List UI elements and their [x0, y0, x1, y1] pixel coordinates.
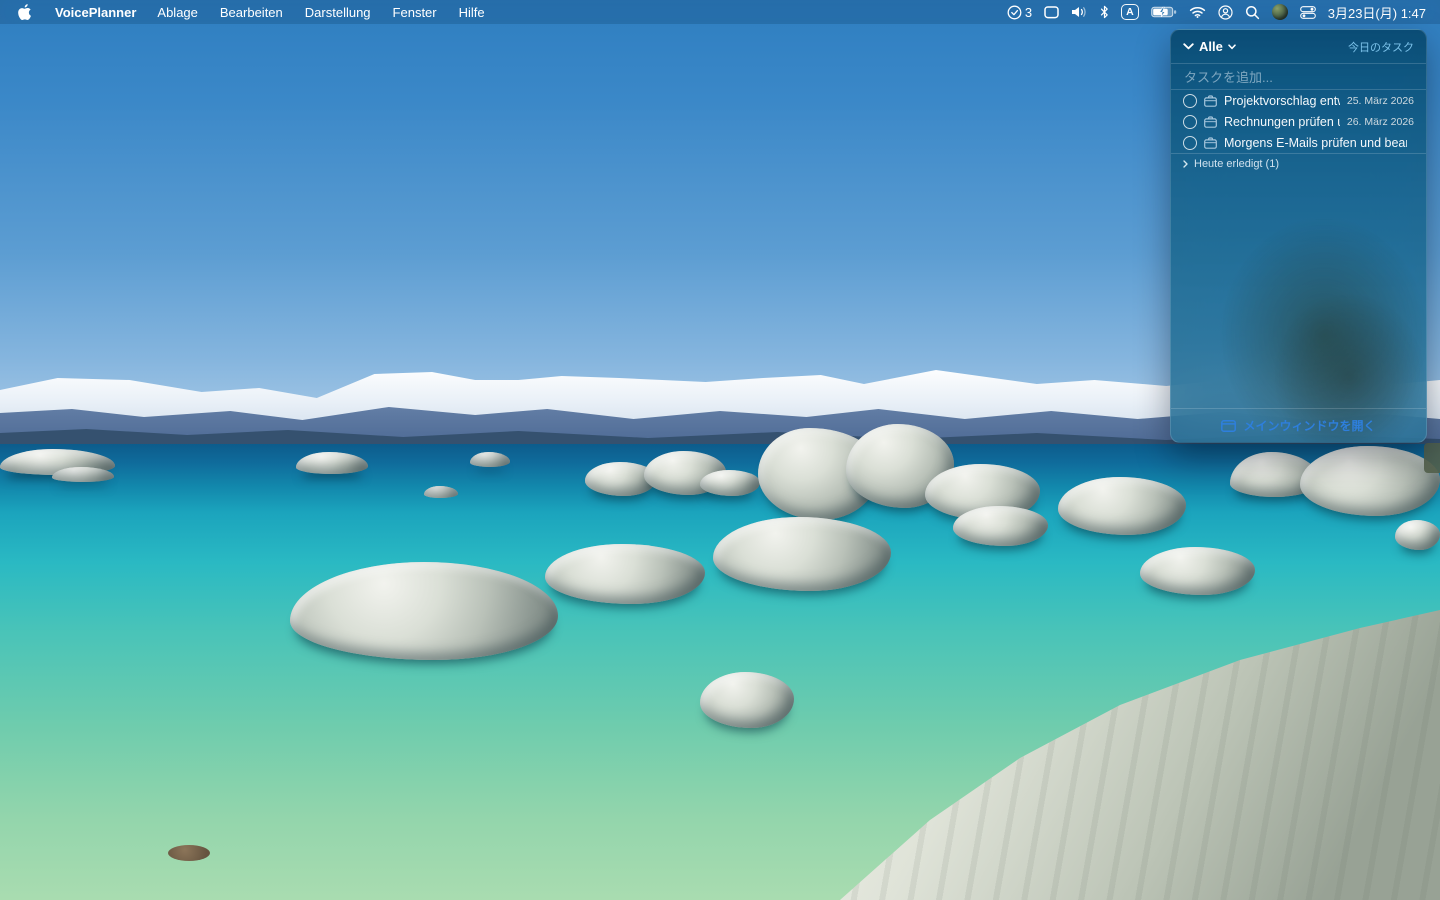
menu-bar: VoicePlanner Ablage Bearbeiten Darstellu…: [0, 0, 1440, 24]
task-list: Projektvorschlag entw... 25. März 2026 R…: [1171, 90, 1426, 153]
task-due-date: 26. März 2026: [1347, 116, 1414, 128]
menu-darstellung[interactable]: Darstellung: [294, 5, 382, 20]
app-menu-title[interactable]: VoicePlanner: [45, 5, 146, 20]
boulder: [1395, 520, 1440, 550]
boulder: [1300, 446, 1440, 516]
battery-menubar-item[interactable]: [1151, 6, 1177, 18]
boulder: [700, 470, 760, 496]
menu-fenster[interactable]: Fenster: [382, 5, 448, 20]
menu-hilfe[interactable]: Hilfe: [448, 5, 496, 20]
menu-ablage[interactable]: Ablage: [146, 5, 208, 20]
task-row[interactable]: Rechnungen prüfen un... 26. März 2026: [1171, 111, 1426, 132]
popover-header: Alle 今日のタスク: [1171, 30, 1426, 63]
user-menubar-item[interactable]: [1218, 5, 1233, 20]
briefcase-icon: [1204, 137, 1217, 149]
task-row[interactable]: Projektvorschlag entw... 25. März 2026: [1171, 90, 1426, 111]
display-menubar-item[interactable]: [1044, 6, 1059, 19]
panel-empty-area: [1171, 173, 1426, 408]
filter-label: Alle: [1199, 39, 1223, 54]
boulder: [545, 544, 705, 604]
input-source-menubar-item[interactable]: A: [1121, 4, 1139, 20]
task-title: Projektvorschlag entw...: [1224, 94, 1340, 108]
today-tasks-label: 今日のタスク: [1348, 39, 1414, 55]
menu-bar-clock[interactable]: 3月23日(月) 1:47: [1328, 3, 1426, 22]
open-main-window-label: メインウィンドウを開く: [1243, 417, 1375, 434]
display-icon: [1044, 6, 1059, 19]
chevron-down-icon: [1183, 43, 1194, 50]
boulder: [1058, 477, 1186, 535]
task-checkbox[interactable]: [1183, 115, 1197, 129]
task-check-circle-icon: [1007, 5, 1022, 20]
boulder: [470, 452, 510, 467]
menu-bearbeiten[interactable]: Bearbeiten: [209, 5, 294, 20]
battery-charging-icon: [1151, 6, 1177, 18]
bluetooth-menubar-item[interactable]: [1100, 5, 1109, 19]
open-main-window-button[interactable]: メインウィンドウを開く: [1221, 417, 1375, 434]
boulder: [424, 486, 458, 498]
chevron-small-down-icon: [1228, 44, 1236, 50]
volume-icon: [1071, 6, 1088, 18]
window-icon: [1221, 420, 1236, 432]
task-checkbox[interactable]: [1183, 136, 1197, 150]
task-title: Morgens E-Mails prüfen und beantw...: [1224, 136, 1407, 150]
completed-section-toggle[interactable]: Heute erledigt (1): [1171, 154, 1426, 173]
bluetooth-icon: [1100, 5, 1109, 19]
wifi-icon: [1189, 6, 1206, 18]
chevron-right-icon: [1183, 160, 1188, 168]
apple-menu[interactable]: [0, 4, 45, 20]
shoreline-trees: [1424, 443, 1440, 473]
app-menu-icon: [1272, 4, 1288, 20]
task-due-date: 25. März 2026: [1347, 95, 1414, 107]
briefcase-icon: [1204, 95, 1217, 107]
boulder: [713, 517, 891, 591]
filter-dropdown[interactable]: Alle: [1183, 39, 1236, 54]
input-source-icon: A: [1121, 4, 1139, 20]
task-count-badge: 3: [1025, 5, 1032, 20]
user-icon: [1218, 5, 1233, 20]
underwater-red-rock: [168, 845, 210, 861]
boulder: [52, 467, 114, 482]
apple-icon: [18, 4, 31, 20]
task-row[interactable]: Morgens E-Mails prüfen und beantw...: [1171, 132, 1426, 153]
task-title: Rechnungen prüfen un...: [1224, 115, 1340, 129]
spotlight-search-icon: [1245, 5, 1260, 20]
app-menubar-item[interactable]: [1272, 4, 1288, 20]
volume-menubar-item[interactable]: [1071, 6, 1088, 18]
task-checkbox[interactable]: [1183, 94, 1197, 108]
popover-footer: メインウィンドウを開く: [1171, 409, 1426, 442]
control-center-icon: [1300, 6, 1316, 19]
voiceplanner-menubar-extra[interactable]: 3: [1007, 5, 1032, 20]
completed-section-label: Heute erledigt (1): [1194, 158, 1279, 170]
spotlight-menubar-item[interactable]: [1245, 5, 1260, 20]
boulder: [1140, 547, 1255, 595]
voiceplanner-popover: Alle 今日のタスク タスクを追加... Projektvorschlag e…: [1170, 29, 1427, 443]
briefcase-icon: [1204, 116, 1217, 128]
control-center-menubar-item[interactable]: [1300, 6, 1316, 19]
wifi-menubar-item[interactable]: [1189, 6, 1206, 18]
boulder: [700, 672, 794, 728]
add-task-input[interactable]: タスクを追加...: [1171, 64, 1426, 89]
boulder: [953, 506, 1048, 546]
